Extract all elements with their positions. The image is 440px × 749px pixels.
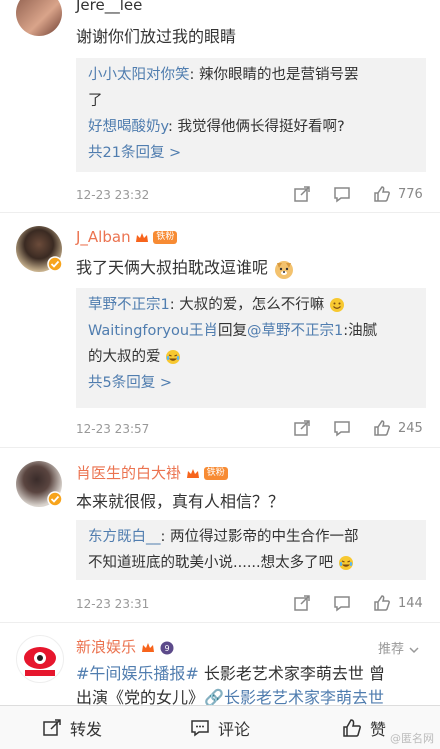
repost-label: 转发 [70, 719, 103, 739]
reply-text: : 辣你眼睛的也是营销号罢 [189, 67, 359, 83]
like-label: 赞 [370, 719, 387, 739]
reply-box[interactable]: 草野不正宗1: 大叔的爱，怎么不行嘛 Waitingforyou王肖回复@草野不… [76, 288, 426, 408]
sina-logo-avatar[interactable] [16, 635, 64, 683]
reply-text: : 我觉得他俩长得挺好看啊? [168, 119, 345, 135]
thumbs-up-icon [343, 718, 361, 737]
hashtag-link[interactable]: #午间娱乐播报# [76, 664, 199, 683]
share-icon[interactable] [293, 419, 311, 437]
watermark: @匿名网 [390, 732, 434, 745]
comment-icon[interactable] [333, 419, 351, 437]
username-text[interactable]: 肖医生的白大褂 [76, 464, 181, 482]
reply-text-cont: 不知道班底的耽美小说......想太多了吧 [88, 555, 334, 571]
svg-text:9: 9 [164, 644, 169, 653]
comment-text: 本来就很假，真有人相信？？ [76, 492, 285, 511]
comment-username[interactable]: 肖医生的白大褂 铁粉 [76, 462, 228, 483]
sina-eye-icon [24, 647, 56, 676]
fan-badge: 铁粉 [153, 231, 178, 244]
comment-time: 12-23 23:32 [76, 188, 150, 202]
avatar[interactable] [16, 0, 62, 36]
reply-user[interactable]: 小小太阳对你笑 [88, 67, 190, 83]
comment-username[interactable]: Jere__lee [76, 0, 142, 14]
reply-mid: 回复 [218, 323, 248, 339]
share-icon[interactable] [293, 185, 311, 203]
reply-box[interactable]: 东方既白__: 两位得过影帝的中生合作一部 不知道班底的耽美小说......想太… [76, 520, 426, 580]
bottom-action-bar: 转发 评论 赞 [0, 705, 440, 749]
comment-button[interactable]: 评论 [190, 706, 250, 749]
username-text[interactable]: J_Alban [76, 228, 131, 246]
like-count: 144 [398, 596, 423, 611]
reply-text: :油腻 [343, 323, 378, 339]
username-text[interactable]: 新浪娱乐 [76, 638, 136, 656]
like-count: 776 [398, 187, 423, 202]
doge-emoji-icon [275, 260, 294, 279]
comment-icon [191, 719, 209, 736]
verified-icon [47, 256, 63, 272]
laugh-cry-emoji-icon [338, 556, 353, 570]
reply-text-cont: 的大叔的爱 [88, 349, 161, 365]
crown-icon [141, 642, 154, 652]
reply-user[interactable]: 东方既白__ [88, 529, 161, 545]
like-icon[interactable] [373, 185, 391, 203]
comment-text-body: 我了天俩大叔拍耽改逗谁呢 [76, 258, 269, 277]
more-replies-link[interactable]: 共5条回复 > [88, 370, 414, 396]
post-text: 长影老艺术家李萌去世 曾 [198, 664, 386, 683]
comment-text: 谢谢你们放过我的眼睛 [76, 27, 237, 46]
repost-button[interactable]: 转发 [42, 706, 102, 749]
reply-text-cont: 了 [88, 93, 103, 109]
chevron-down-icon [409, 646, 419, 653]
like-icon[interactable] [373, 419, 391, 437]
reply-text: : 两位得过影帝的中生合作一部 [160, 529, 359, 545]
more-replies-link[interactable]: 共21条回复 > [88, 140, 414, 166]
comment-username[interactable]: J_Alban 铁粉 [76, 228, 178, 246]
like-count: 245 [398, 421, 423, 436]
post-text-line1: #午间娱乐播报# 长影老艺术家李萌去世 曾 [76, 660, 385, 684]
verified-icon [47, 491, 63, 507]
divider [0, 447, 440, 448]
comment-time: 12-23 23:57 [76, 422, 150, 436]
comment-icon[interactable] [333, 594, 351, 612]
reply-user[interactable]: Waitingforyou王肖 [88, 323, 218, 339]
reply-text: : 大叔的爱，怎么不行嘛 [169, 297, 325, 313]
divider [0, 212, 440, 213]
crown-icon [186, 468, 199, 478]
recommended-label: 推荐 [378, 642, 405, 657]
like-icon[interactable] [373, 594, 391, 612]
reply-box[interactable]: 小小太阳对你笑: 辣你眼睛的也是营销号罢 了 好想喝酸奶y: 我觉得他俩长得挺好… [76, 58, 426, 172]
repost-icon [43, 718, 61, 736]
comment-time: 12-23 23:31 [76, 597, 150, 611]
reply-user[interactable]: 草野不正宗1 [88, 297, 170, 313]
fan-badge: 铁粉 [203, 467, 228, 480]
reply-mention[interactable]: @草野不正宗1 [247, 323, 343, 339]
comment-username[interactable]: 新浪娱乐 9 [76, 636, 174, 657]
reply-user[interactable]: 好想喝酸奶y [88, 119, 168, 135]
like-button[interactable]: 赞 [342, 706, 386, 749]
comment-label: 评论 [218, 719, 251, 739]
crown-icon [136, 232, 149, 242]
comment-text: 我了天俩大叔拍耽改逗谁呢 [76, 254, 295, 280]
divider [0, 622, 440, 623]
share-icon[interactable] [293, 594, 311, 612]
recommended-tag[interactable]: 推荐 [378, 638, 420, 657]
laugh-cry-emoji-icon [166, 350, 181, 364]
smile-emoji-icon [329, 298, 344, 312]
comment-icon[interactable] [333, 185, 351, 203]
member-level-icon: 9 [160, 641, 174, 654]
